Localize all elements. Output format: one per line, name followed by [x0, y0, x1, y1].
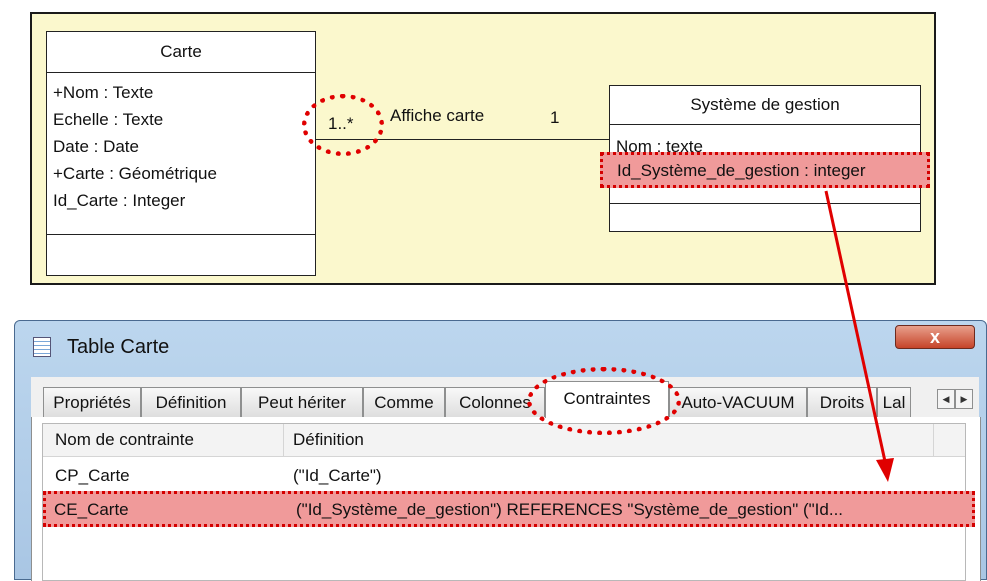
constraint-definition: ("Id_Système_de_gestion") REFERENCES "Sy…: [296, 500, 844, 519]
tab-labels[interactable]: Lal: [877, 387, 911, 417]
column-separator[interactable]: [933, 424, 934, 456]
attribute: Id_Système_de_gestion : integer: [617, 161, 866, 180]
column-header-name[interactable]: Nom de contrainte: [55, 424, 194, 456]
constraint-definition: ("Id_Carte"): [293, 466, 382, 485]
tab-annotation-circle: [527, 367, 681, 435]
class-carte: Carte +Nom : Texte Echelle : Texte Date …: [46, 31, 316, 276]
attribute: +Carte : Géométrique: [53, 164, 217, 183]
constraint-name: CP_Carte: [55, 466, 130, 485]
multiplicity-annotation-circle: [302, 94, 384, 156]
tab-auto-vacuum[interactable]: Auto-VACUUM: [669, 387, 807, 417]
constraint-name: CE_Carte: [54, 500, 129, 519]
tab-droits[interactable]: Droits: [807, 387, 877, 417]
close-button[interactable]: x: [895, 325, 975, 349]
attribute: Date : Date: [53, 137, 139, 156]
tab-peut-heriter[interactable]: Peut hériter: [241, 387, 363, 417]
attribute: Echelle : Texte: [53, 110, 164, 129]
class-carte-attributes: +Nom : Texte Echelle : Texte Date : Date…: [47, 73, 315, 235]
window-title: Table Carte: [67, 336, 170, 358]
tab-scroll-buttons: ◀ ▶: [937, 389, 973, 409]
column-header-definition[interactable]: Définition: [293, 424, 364, 456]
table-icon: [33, 337, 51, 357]
tab-proprietes[interactable]: Propriétés: [43, 387, 141, 417]
table-properties-window: Table Carte x Propriétés Définition Peut…: [14, 320, 987, 581]
class-systeme-name: Système de gestion: [610, 86, 920, 125]
table-row[interactable]: CP_Carte ("Id_Carte"): [43, 462, 965, 490]
attribute: Id_Carte : Integer: [53, 191, 186, 210]
multiplicity-right: 1: [550, 108, 560, 127]
highlighted-foreign-key-attribute: Id_Système_de_gestion : integer: [600, 152, 930, 188]
tab-strip: Propriétés Définition Peut hériter Comme…: [31, 377, 979, 418]
table-header: Nom de contrainte Définition: [43, 424, 965, 457]
scroll-right-icon[interactable]: ▶: [955, 389, 973, 409]
column-separator[interactable]: [283, 424, 284, 456]
tab-definition[interactable]: Définition: [141, 387, 241, 417]
class-carte-name: Carte: [47, 32, 315, 73]
association-name: Affiche carte: [390, 106, 485, 125]
table-row-highlighted[interactable]: CE_Carte ("Id_Système_de_gestion") REFER…: [43, 491, 975, 527]
attribute: +Nom : Texte: [53, 83, 154, 102]
scroll-left-icon[interactable]: ◀: [937, 389, 955, 409]
tab-comme[interactable]: Comme: [363, 387, 445, 417]
uml-diagram: Carte +Nom : Texte Echelle : Texte Date …: [30, 12, 936, 285]
